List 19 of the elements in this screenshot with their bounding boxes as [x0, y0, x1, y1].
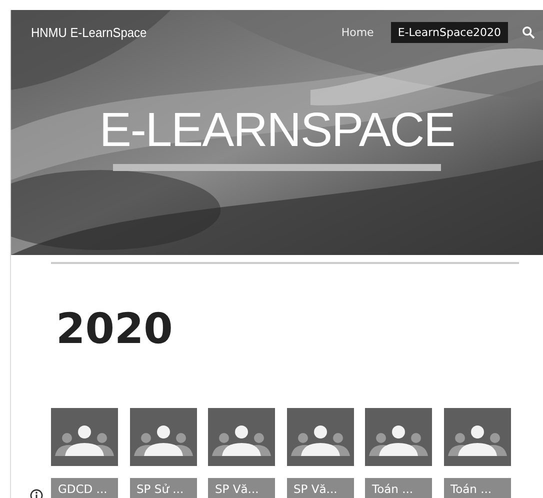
site-title[interactable]: HNMU E-LearnSpace: [31, 24, 310, 40]
info-icon[interactable]: [30, 488, 43, 498]
classroom-icon[interactable]: [130, 408, 196, 466]
hero-title: E-LEARNSPACE: [99, 104, 455, 158]
nav-link[interactable]: E-LearnSpace2020: [390, 22, 508, 42]
classroom-icon[interactable]: [444, 408, 510, 466]
class-label[interactable]: SP Vă...: [208, 478, 275, 498]
classroom-icon[interactable]: [365, 408, 432, 466]
class-label[interactable]: GDCD ...: [51, 478, 118, 498]
class-label[interactable]: SP Sử ...: [130, 478, 196, 498]
class-label[interactable]: SP Vă...: [286, 478, 354, 498]
class-label[interactable]: Toán ...: [444, 478, 510, 498]
classroom-icon[interactable]: [208, 408, 275, 466]
search-icon[interactable]: [522, 26, 535, 38]
classroom-icon[interactable]: [286, 408, 354, 466]
class-label[interactable]: Toán ...: [365, 478, 432, 498]
nav-link[interactable]: Home: [334, 22, 381, 42]
section-heading: 2020: [56, 304, 174, 354]
classroom-icon[interactable]: [51, 408, 118, 466]
